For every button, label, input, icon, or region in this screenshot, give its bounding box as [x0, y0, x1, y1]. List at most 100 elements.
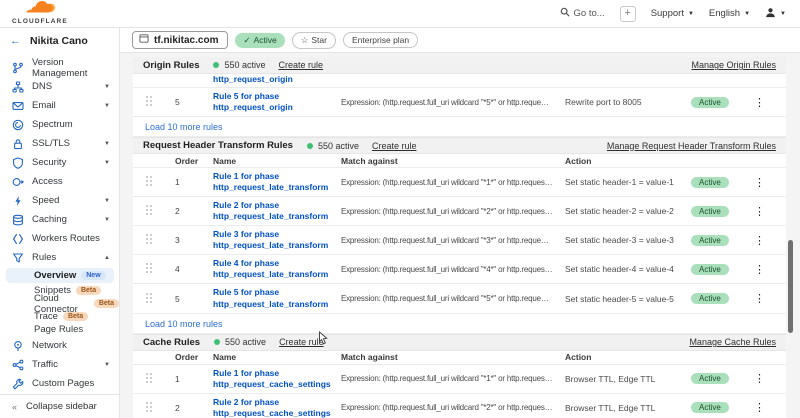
cloudflare-wordmark: CLOUDFLARE [12, 19, 68, 26]
sidebar-item-ssl-tls[interactable]: SSL/TLS ▼ [0, 134, 119, 153]
support-menu[interactable]: Support ▼ [651, 8, 694, 19]
kebab-menu-icon[interactable]: ⋮ [743, 292, 776, 305]
create-rule-link[interactable]: Create rule [279, 60, 324, 70]
language-menu[interactable]: English ▼ [709, 8, 750, 19]
rule-name-link[interactable]: Rule 2 for phasehttp_request_late_transf… [213, 200, 341, 222]
active-count-dot [307, 143, 313, 149]
table-row: 1 Rule 1 for phasehttp_request_late_tran… [133, 168, 786, 197]
rule-action: Set static header-1 = value-1 [565, 177, 691, 187]
rule-order: 2 [175, 403, 213, 413]
kebab-menu-icon[interactable]: ⋮ [743, 234, 776, 247]
goto-search[interactable]: Go to... [560, 7, 605, 20]
create-rule-link[interactable]: Create rule [279, 337, 324, 347]
kebab-menu-icon[interactable]: ⋮ [743, 205, 776, 218]
sidebar-item-version-management[interactable]: Version Management [0, 58, 119, 77]
rule-order: 4 [175, 264, 213, 274]
collapse-sidebar-button[interactable]: « Collapse sidebar [0, 394, 119, 418]
double-chevron-left-icon: « [12, 402, 17, 412]
chevron-down-icon: ▼ [104, 103, 110, 109]
sidebar: ← Nikita Cano Version Management DNS ▼ E… [0, 28, 120, 418]
sidebar-item-workers-routes[interactable]: Workers Routes [0, 229, 119, 248]
load-more-transform-rules[interactable]: Load 10 more rules [133, 314, 786, 334]
sidebar-item-security[interactable]: Security ▼ [0, 153, 119, 172]
rule-name-link[interactable]: Rule 3 for phasehttp_request_late_transf… [213, 229, 341, 251]
status-badge: Active [691, 373, 729, 384]
sidebar-item-dns[interactable]: DNS ▼ [0, 77, 119, 96]
drag-handle[interactable] [145, 401, 175, 415]
vertical-scrollbar-thumb[interactable] [788, 240, 793, 333]
chevron-down-icon: ▼ [104, 198, 110, 204]
table-column-headers: Order Name Match against Action [133, 154, 786, 168]
rule-name-link[interactable]: Rule 4 for phasehttp_request_late_transf… [213, 258, 341, 280]
column-name: Name [213, 156, 341, 166]
drag-handle[interactable] [145, 95, 175, 109]
sidebar-item-cloud-connector[interactable]: Cloud Connector Beta [0, 297, 119, 310]
drag-handle[interactable] [145, 292, 175, 306]
kebab-menu-icon[interactable]: ⋮ [743, 372, 776, 385]
column-order: Order [175, 352, 213, 362]
sidebar-item-access[interactable]: Access [0, 172, 119, 191]
kebab-menu-icon[interactable]: ⋮ [743, 401, 776, 414]
new-badge: New [81, 271, 105, 280]
kebab-menu-icon[interactable]: ⋮ [743, 96, 776, 109]
sidebar-item-spectrum[interactable]: Spectrum [0, 115, 119, 134]
table-row: 2 Rule 2 for phasehttp_request_late_tran… [133, 197, 786, 226]
drag-handle[interactable] [145, 204, 175, 218]
active-count-dot [213, 62, 219, 68]
user-icon [765, 7, 776, 21]
drag-handle[interactable] [145, 262, 175, 276]
rule-name-link[interactable]: http_request_origin [213, 74, 341, 85]
column-name: Name [213, 352, 341, 362]
sidebar-item-custom-pages[interactable]: Custom Pages [0, 374, 119, 393]
workers-icon [12, 233, 24, 245]
sidebar-item-overview[interactable]: Overview New [6, 268, 114, 283]
rule-expression: Expression: (http.request.full_uri wildc… [341, 98, 565, 107]
active-count-dot [214, 339, 220, 345]
drag-handle[interactable] [145, 372, 175, 386]
cloudflare-dashboard: CLOUDFLARE Go to... + Support ▼ English … [0, 0, 800, 418]
back-arrow-icon[interactable]: ← [10, 35, 21, 47]
add-button[interactable]: + [620, 6, 636, 22]
status-badge: Active [691, 264, 729, 275]
table-row: 2 Rule 2 for phasehttp_request_cache_set… [133, 394, 786, 418]
rule-name-link[interactable]: Rule 1 for phasehttp_request_late_transf… [213, 171, 341, 193]
manage-transform-rules-link[interactable]: Manage Request Header Transform Rules [607, 141, 776, 151]
status-badge: Active [691, 235, 729, 246]
manage-cache-rules-link[interactable]: Manage Cache Rules [689, 337, 776, 347]
beta-badge: Beta [63, 312, 88, 321]
rule-order: 1 [175, 374, 213, 384]
branch-icon [12, 62, 24, 74]
kebab-menu-icon[interactable]: ⋮ [743, 176, 776, 189]
column-action: Action [565, 156, 691, 166]
star-button[interactable]: ☆ Star [292, 32, 336, 49]
database-icon [12, 214, 24, 226]
zone-selector[interactable]: tf.nikitac.com [132, 31, 228, 49]
drag-handle[interactable] [145, 233, 175, 247]
rule-name-link[interactable]: Rule 5 for phasehttp_request_late_transf… [213, 287, 341, 309]
rule-expression: Expression: (http.request.full_uri wildc… [341, 207, 565, 216]
kebab-menu-icon[interactable]: ⋮ [743, 263, 776, 276]
sidebar-item-email[interactable]: Email ▼ [0, 96, 119, 115]
user-menu[interactable]: ▼ [765, 7, 786, 21]
create-rule-link[interactable]: Create rule [372, 141, 417, 151]
section-title: Origin Rules [143, 60, 199, 71]
rule-action: Set static header-3 = value-3 [565, 235, 691, 245]
sidebar-item-caching[interactable]: Caching ▼ [0, 210, 119, 229]
sidebar-item-speed[interactable]: Speed ▼ [0, 191, 119, 210]
rule-name-link[interactable]: Rule 1 for phasehttp_request_cache_setti… [213, 368, 341, 390]
cache-rules-header: Cache Rules 550 active Create rule Manag… [133, 334, 786, 351]
cloudflare-cloud-icon [25, 1, 55, 18]
zone-bar: tf.nikitac.com ✓ Active ☆ Star Enterpris… [120, 28, 800, 53]
sidebar-item-rules[interactable]: Rules ▲ [0, 248, 119, 267]
sidebar-item-page-rules[interactable]: Page Rules [0, 323, 119, 336]
sidebar-item-traffic[interactable]: Traffic ▼ [0, 355, 119, 374]
rule-name-link[interactable]: Rule 2 for phasehttp_request_cache_setti… [213, 397, 341, 418]
rule-name-link[interactable]: Rule 5 for phase http_request_origin [213, 91, 341, 113]
manage-origin-rules-link[interactable]: Manage Origin Rules [691, 60, 776, 70]
load-more-origin-rules[interactable]: Load 10 more rules [133, 117, 786, 137]
zone-domain: tf.nikitac.com [154, 35, 218, 46]
sidebar-item-network[interactable]: Network [0, 336, 119, 355]
network-pin-icon [12, 340, 24, 352]
cloudflare-logo[interactable]: CLOUDFLARE [12, 1, 68, 26]
drag-handle[interactable] [145, 175, 175, 189]
